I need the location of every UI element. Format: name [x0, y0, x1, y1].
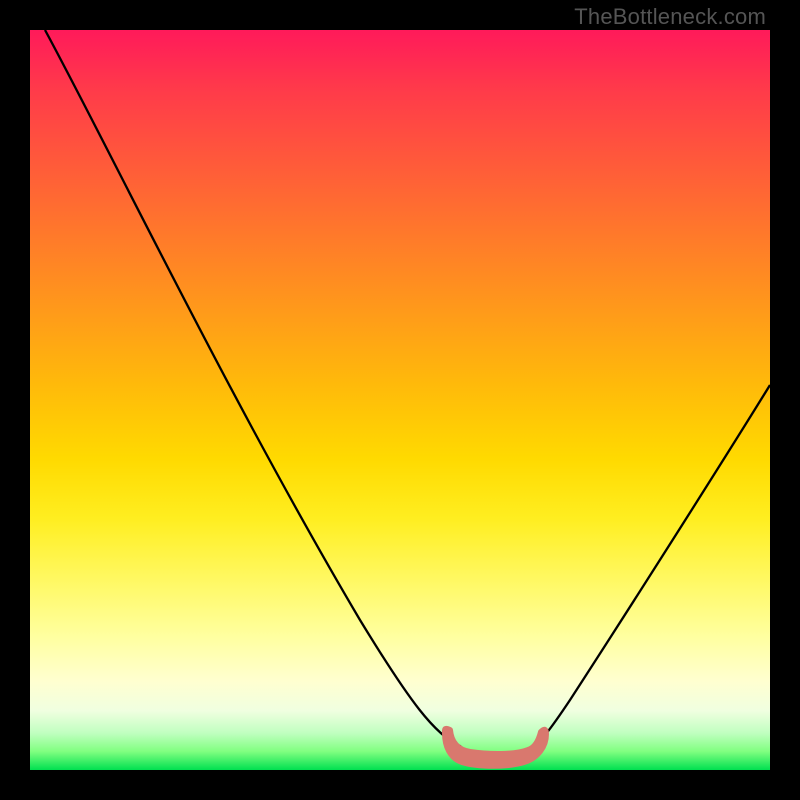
sweet-spot-band [445, 729, 546, 766]
bottleneck-curve [45, 30, 770, 754]
chart-frame: TheBottleneck.com [0, 0, 800, 800]
curve-overlay [30, 30, 770, 770]
watermark-text: TheBottleneck.com [574, 4, 766, 30]
